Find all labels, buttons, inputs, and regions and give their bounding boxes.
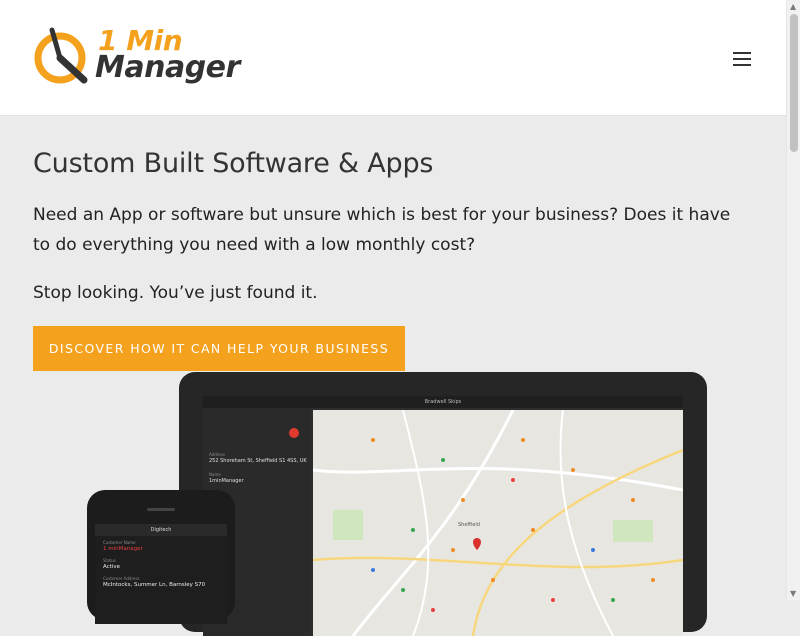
map-view: Sheffield (313, 410, 683, 636)
alert-badge-icon (289, 428, 299, 438)
phone-device-image: Digitech Customer Name 1 minManager Stat… (87, 490, 235, 624)
tablet-device-image: Bradwell Skips Address 252 Shoreham St, … (179, 372, 707, 636)
page-scrollbar[interactable]: ▲ ▼ (786, 0, 800, 600)
hero-description: Need an App or software but unsure which… (33, 205, 731, 255)
phone-field-value: McIntocks, Summer Ln, Barnsley S70 (103, 582, 206, 588)
tablet-screen: Bradwell Skips Address 252 Shoreham St, … (203, 396, 683, 636)
clock-logo-icon (34, 27, 88, 84)
site-logo[interactable]: 1 Min Manager (32, 24, 252, 90)
scrollbar-thumb[interactable] (790, 14, 798, 152)
phone-field-label: Status (103, 558, 116, 563)
map-roads (313, 410, 683, 636)
hamburger-menu-icon[interactable] (730, 48, 754, 68)
panel-field-value: 252 Shoreham St, Sheffield S1 4SS, UK (209, 458, 307, 464)
scroll-up-arrow-icon[interactable]: ▲ (790, 2, 796, 11)
phone-speaker (147, 508, 175, 511)
phone-field-value: Active (103, 564, 121, 570)
map-city-label: Sheffield (458, 522, 480, 528)
tablet-app-title: Bradwell Skips (203, 396, 683, 408)
panel-field-label: Address (209, 452, 225, 457)
site-header: 1 Min Manager (0, 0, 786, 116)
hero-subtext: Stop looking. You’ve just found it. (33, 283, 318, 303)
phone-field-value: 1 minManager (103, 546, 143, 552)
hero-title: Custom Built Software & Apps (33, 148, 434, 179)
panel-field-label: Name (209, 472, 221, 477)
panel-field-value: 1minManager (209, 478, 244, 484)
phone-app-title: Digitech (95, 524, 227, 536)
phone-field-label: Customer Address (103, 576, 140, 581)
discover-cta-button[interactable]: DISCOVER HOW IT CAN HELP YOUR BUSINESS (33, 326, 405, 371)
phone-screen: Digitech Customer Name 1 minManager Stat… (95, 524, 227, 624)
scroll-down-arrow-icon[interactable]: ▼ (790, 589, 796, 598)
logo-text-line2: Manager (95, 50, 240, 85)
phone-field-label: Customer Name (103, 540, 136, 545)
